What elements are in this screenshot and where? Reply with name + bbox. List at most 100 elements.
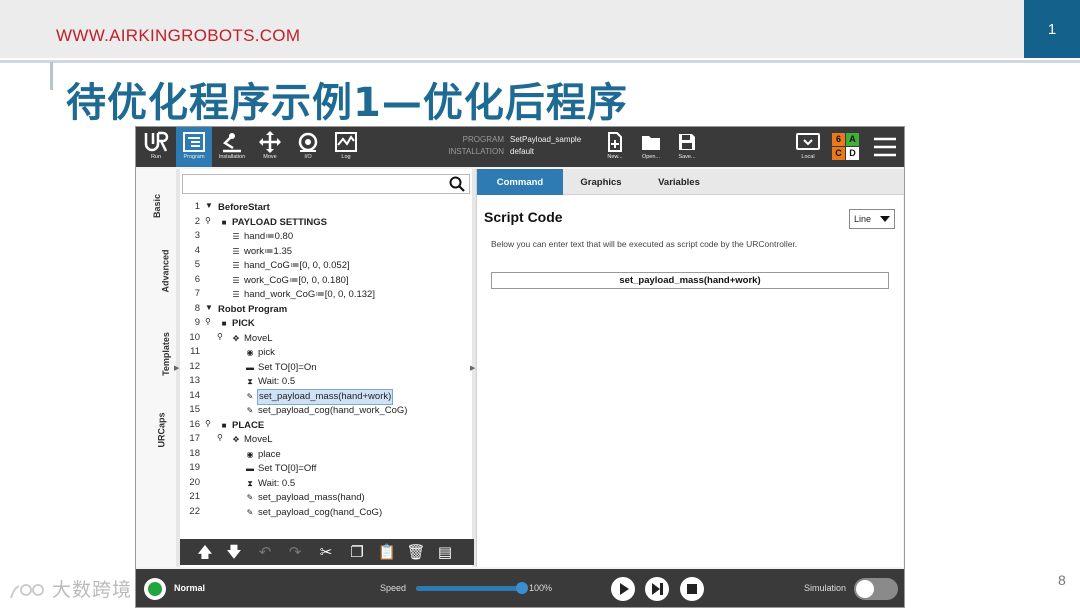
pin-icon[interactable]: ⚲ [217,433,223,442]
program-tab[interactable]: Program [176,127,212,167]
search-input[interactable] [182,174,470,194]
tree-row[interactable]: 2 ⚲ ■ PAYLOAD SETTINGS [180,216,474,231]
cut-icon[interactable]: ✂ [315,542,337,562]
tab-variables[interactable]: Variables [639,169,719,195]
tree-node[interactable]: ✎ set_payload_cog(hand_work_CoG) [244,404,408,418]
log-tab[interactable]: Log [328,127,364,167]
tree-row[interactable]: 20 ⧗ Wait: 0.5 [180,477,474,492]
tree-node[interactable]: ▬ Set TO[0]=Off [244,462,316,476]
tree-node[interactable]: ⧗ Wait: 0.5 [244,375,295,389]
open-button[interactable]: Open... [634,127,668,167]
move-up-icon[interactable]: 🡅 [194,542,216,562]
tree-row[interactable]: 10 ⚲ ✥ MoveL [180,332,474,347]
move-cross-icon: ✥ [232,333,240,343]
pin-icon[interactable]: ⚲ [205,317,211,326]
tree-node[interactable]: ◉ pick [244,346,275,360]
tree-row[interactable]: 17 ⚲ ✥ MoveL [180,433,474,448]
tree-row[interactable]: 4 ☰ work≔1.35 [180,245,474,260]
tree-node[interactable]: ■ PLACE [218,419,265,433]
tree-row[interactable]: 7 ☰ hand_work_CoG≔[0, 0, 0.132] [180,288,474,303]
stop-button[interactable] [680,577,704,601]
tree-node[interactable]: ⧗ Wait: 0.5 [244,477,295,491]
tree-node-label: Wait: 0.5 [258,477,296,489]
step-button[interactable] [645,577,669,601]
tree-node[interactable]: ◉ place [244,448,281,462]
tree-row[interactable]: 19 ▬ Set TO[0]=Off [180,462,474,477]
search-icon[interactable] [449,176,465,196]
tree-node[interactable]: ✎ set_payload_mass(hand) [244,491,365,505]
pin-icon[interactable]: ⚲ [217,332,223,341]
tree-row[interactable]: 6 ☰ work_CoG≔[0, 0, 0.180] [180,274,474,289]
copy-icon[interactable]: ❐ [346,542,368,562]
suppress-icon[interactable]: ▤ [434,542,456,562]
tree-node[interactable]: ▬ Set TO[0]=On [244,361,317,375]
tree-row[interactable]: 11 ◉ pick [180,346,474,361]
tree-row[interactable]: 16 ⚲ ■ PLACE [180,419,474,434]
tree-node[interactable]: ☰ hand≔0.80 [230,230,293,244]
line-number: 10 [189,331,200,343]
io-tab[interactable]: I/O [290,127,326,167]
new-button[interactable]: New... [598,127,632,167]
expand-arrow-icon[interactable]: ▼ [205,201,213,210]
tree-row[interactable]: 9 ⚲ ■ PICK [180,317,474,332]
play-button[interactable] [611,577,635,601]
tab-advanced[interactable]: Advanced [144,249,171,292]
tree-node[interactable]: Robot Program [218,303,287,317]
folder-icon: ■ [221,420,227,430]
move-down-icon[interactable]: 🡇 [223,542,245,562]
line-number: 2 [194,215,200,227]
delete-icon[interactable]: 🗑 [405,542,427,562]
tab-urcaps[interactable]: URCaps [144,412,170,447]
main-menu-button[interactable] [868,127,902,167]
speed-slider-handle[interactable] [516,582,528,594]
pin-icon[interactable]: ⚲ [205,419,211,428]
tab-command[interactable]: Command [477,169,563,195]
tree-node[interactable]: ✎ set_payload_cog(hand_CoG) [244,506,382,520]
speed-slider[interactable] [416,582,528,594]
tree-row[interactable]: 21 ✎ set_payload_mass(hand) [180,491,474,506]
tab-basic[interactable]: Basic [144,189,170,219]
save-button[interactable]: Save... [670,127,704,167]
tree-row[interactable]: 13 ⧗ Wait: 0.5 [180,375,474,390]
tree-node[interactable]: ☰ work_CoG≔[0, 0, 0.180] [230,274,348,288]
tree-node[interactable]: ✥ MoveL [230,332,273,346]
tree-node[interactable]: BeforeStart [218,201,270,215]
tree-row[interactable]: 22 ✎ set_payload_cog(hand_CoG) [180,506,474,521]
tree-row[interactable]: 1 ▼ BeforeStart [180,201,474,216]
line-number: 4 [194,244,200,256]
line-number: 21 [189,491,200,502]
tab-graphics[interactable]: Graphics [563,169,639,195]
tree-node[interactable]: ☰ work≔1.35 [230,245,292,259]
polyscope-window: Run Program Installation Move I/O Log PR… [135,126,905,608]
script-code-input[interactable]: set_payload_mass(hand+work) [491,272,889,289]
tree-row[interactable]: 3 ☰ hand≔0.80 [180,230,474,245]
tree-node[interactable]: ✎ set_payload_mass(hand+work) [244,388,394,405]
tree-node-label: Set TO[0]=On [258,361,317,373]
tree-node[interactable]: ■ PAYLOAD SETTINGS [218,216,327,230]
paste-icon[interactable]: 📋 [376,542,398,562]
tree-node[interactable]: ☰ hand_work_CoG≔[0, 0, 0.132] [230,288,375,302]
local-button[interactable]: Local [790,127,826,167]
tree-row[interactable]: 5 ☰ hand_CoG≔[0, 0, 0.052] [180,259,474,274]
expand-arrow-icon[interactable]: ▼ [205,303,213,312]
tree-row[interactable]: 18 ◉ place [180,448,474,463]
tree-node[interactable]: ☰ hand_CoG≔[0, 0, 0.052] [230,259,349,273]
pin-icon[interactable]: ⚲ [205,216,211,225]
power-status-icon[interactable] [144,578,166,600]
tree-row[interactable]: 14 ✎ set_payload_mass(hand+work) [180,388,474,405]
move-tab[interactable]: Move [252,127,288,167]
undo-icon[interactable]: ↶ [254,542,276,562]
tree-row[interactable]: 15 ✎ set_payload_cog(hand_work_CoG) [180,404,474,419]
installation-tab[interactable]: Installation [214,127,250,167]
script-mode-dropdown[interactable]: Line [849,209,895,229]
tree-row[interactable]: 8 ▼ Robot Program [180,303,474,318]
simulation-toggle[interactable] [854,578,898,600]
tab-templates[interactable]: Templates [144,332,171,376]
run-tab[interactable]: Run [138,127,174,167]
tree-node-label: set_payload_mass(hand+work) [256,388,394,405]
safety-checksum-badge[interactable]: 6 A C D [832,133,860,161]
tree-node[interactable]: ■ PICK [218,317,255,331]
tree-row[interactable]: 12 ▬ Set TO[0]=On [180,361,474,376]
redo-icon[interactable]: ↷ [284,542,306,562]
tree-node[interactable]: ✥ MoveL [230,433,273,447]
